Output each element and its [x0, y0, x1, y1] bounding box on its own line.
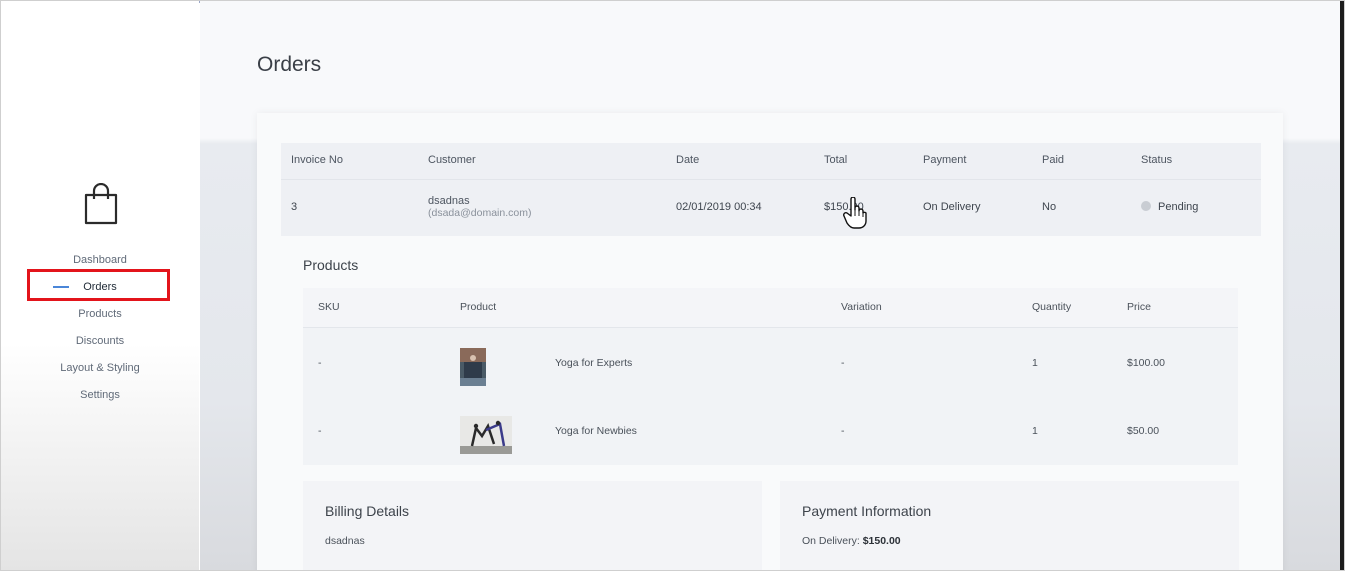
product-name[interactable]: Yoga for Newbies: [555, 425, 637, 437]
customer-cell: dsadnas (dsada@domain.com): [428, 195, 531, 219]
sku-cell: -: [318, 425, 322, 437]
order-total: $150.00: [824, 201, 864, 213]
variation-cell: -: [841, 357, 845, 369]
product-name[interactable]: Yoga for Experts: [555, 357, 632, 369]
table-row[interactable]: 3 dsadnas (dsada@domain.com) 02/01/2019 …: [281, 180, 1261, 236]
sidebar-item-settings[interactable]: Settings: [1, 384, 199, 411]
sidebar-item-label: Dashboard: [73, 254, 127, 266]
column-header[interactable]: Invoice No: [291, 154, 343, 166]
payment-information-title: Payment Information: [802, 503, 932, 519]
quantity-cell: 1: [1032, 425, 1038, 437]
order-date: 02/01/2019 00:34: [676, 201, 762, 213]
column-header[interactable]: Date: [676, 154, 699, 166]
column-header: Product: [460, 301, 497, 313]
products-table-header: SKU Product Variation Quantity Price: [303, 288, 1238, 328]
table-row[interactable]: - Yoga for Newbies - 1 $50.00: [303, 396, 1238, 464]
sidebar-item-orders[interactable]: Orders: [1, 276, 199, 303]
price-cell: $50.00: [1127, 425, 1160, 437]
column-header[interactable]: Total: [824, 154, 847, 166]
billing-details-panel: Billing Details dsadnas: [303, 481, 762, 570]
column-header[interactable]: Paid: [1042, 154, 1064, 166]
payment-method: On Delivery: [923, 201, 981, 213]
sidebar-item-products[interactable]: Products: [1, 303, 199, 330]
status-badge[interactable]: Pending: [1141, 201, 1198, 213]
orders-table-header: Invoice No Customer Date Total Payment P…: [281, 143, 1261, 180]
sidebar-item-label: Products: [78, 308, 122, 320]
invoice-number: 3: [291, 201, 298, 213]
sidebar-item-layout-styling[interactable]: Layout & Styling: [1, 357, 199, 384]
payment-information-panel: Payment Information On Delivery: $150.00: [780, 481, 1239, 570]
paid-status: No: [1042, 201, 1057, 213]
column-header: Price: [1127, 301, 1151, 313]
window-edge: [1340, 1, 1344, 570]
payment-method-label: On Delivery:: [802, 535, 860, 547]
variation-cell: -: [841, 425, 845, 437]
sidebar-nav: Dashboard Orders Products Discounts Layo…: [1, 249, 199, 411]
price-cell: $100.00: [1127, 357, 1165, 369]
payment-amount: $150.00: [862, 535, 901, 547]
sidebar-item-label: Layout & Styling: [60, 362, 140, 374]
customer-email: (dsada@domain.com): [428, 207, 532, 219]
table-row[interactable]: - Yoga for Experts - 1 $100.00: [303, 328, 1238, 396]
billing-name: dsadnas: [325, 535, 365, 547]
status-label: Pending: [1158, 201, 1199, 213]
sku-cell: -: [318, 357, 322, 369]
customer-name: dsadnas: [428, 195, 470, 207]
active-indicator: [53, 286, 69, 288]
orders-table: Invoice No Customer Date Total Payment P…: [281, 143, 1261, 236]
product-thumbnail[interactable]: [460, 416, 512, 454]
sidebar-item-label: Orders: [83, 281, 117, 293]
sidebar-item-label: Settings: [80, 389, 120, 401]
page-title: Orders: [257, 53, 322, 76]
billing-details-title: Billing Details: [325, 503, 410, 519]
products-section-title: Products: [303, 257, 359, 273]
column-header: Quantity: [1032, 301, 1072, 313]
sidebar-item-label: Discounts: [75, 335, 125, 347]
sidebar-item-discounts[interactable]: Discounts: [1, 330, 199, 357]
column-header[interactable]: Status: [1141, 154, 1172, 166]
quantity-cell: 1: [1032, 357, 1038, 369]
status-dot-icon: [1141, 201, 1151, 211]
column-header: SKU: [318, 301, 340, 313]
sidebar-item-dashboard[interactable]: Dashboard: [1, 249, 199, 276]
products-table: SKU Product Variation Quantity Price - Y…: [303, 288, 1238, 465]
app-window: Dashboard Orders Products Discounts Layo…: [0, 0, 1345, 571]
column-header: Variation: [841, 301, 882, 313]
shopping-bag-icon[interactable]: [84, 183, 118, 225]
column-header[interactable]: Payment: [923, 154, 966, 166]
column-header[interactable]: Customer: [428, 154, 476, 166]
payment-summary: On Delivery: $150.00: [802, 535, 901, 547]
product-thumbnail[interactable]: [460, 348, 486, 386]
sidebar: Dashboard Orders Products Discounts Layo…: [1, 1, 199, 570]
